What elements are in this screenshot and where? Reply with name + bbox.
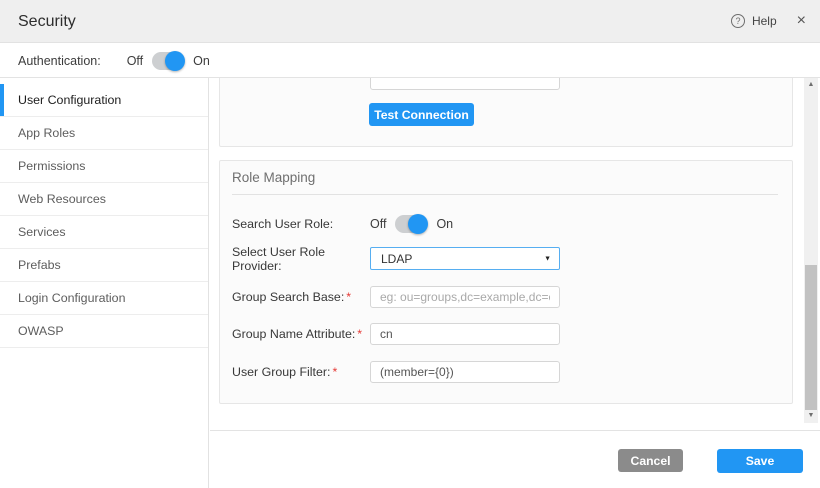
- search-user-role-off-label: Off: [370, 217, 386, 231]
- sidebar-item-app-roles[interactable]: App Roles: [0, 117, 208, 150]
- group-name-attribute-row: Group Name Attribute:*: [232, 322, 560, 345]
- sidebar-item-permissions[interactable]: Permissions: [0, 150, 208, 183]
- group-name-attribute-label: Group Name Attribute:*: [232, 327, 370, 341]
- search-user-role-toggle[interactable]: [395, 215, 427, 233]
- sidebar-item-login-configuration[interactable]: Login Configuration: [0, 282, 208, 315]
- label-text: Group Search Base:: [232, 290, 344, 304]
- main-content: Test Connection Role Mapping Search User…: [210, 78, 820, 488]
- header-actions: ? Help ×: [731, 0, 806, 42]
- test-connection-button[interactable]: Test Connection: [369, 103, 474, 126]
- sidebar-list: User Configuration App Roles Permissions…: [0, 84, 208, 348]
- role-mapping-title: Role Mapping: [232, 170, 315, 185]
- authentication-on-label: On: [193, 54, 210, 68]
- group-search-base-label: Group Search Base:*: [232, 290, 370, 304]
- toggle-knob: [408, 214, 428, 234]
- close-icon[interactable]: ×: [797, 13, 806, 29]
- user-role-provider-select[interactable]: LDAP ▼: [370, 247, 560, 270]
- sidebar-item-user-configuration[interactable]: User Configuration: [0, 84, 208, 117]
- authentication-bar: Authentication: Off On: [0, 44, 820, 78]
- scrollbar-down-arrow-icon[interactable]: ▼: [804, 410, 818, 422]
- provider-label: Select User Role Provider:: [232, 245, 370, 273]
- section-divider: [232, 194, 778, 195]
- required-asterisk: *: [357, 327, 362, 341]
- sidebar-item-label: OWASP: [18, 324, 64, 338]
- group-name-attribute-input[interactable]: [370, 323, 560, 345]
- page-title: Security: [18, 0, 76, 43]
- active-indicator: [0, 84, 4, 116]
- sidebar-item-web-resources[interactable]: Web Resources: [0, 183, 208, 216]
- sidebar-item-services[interactable]: Services: [0, 216, 208, 249]
- sidebar-item-label: App Roles: [18, 126, 75, 140]
- authentication-label: Authentication:: [18, 54, 101, 68]
- label-text: Group Name Attribute:: [232, 327, 355, 341]
- footer-actions: Cancel Save: [210, 430, 820, 488]
- search-user-role-row: Search User Role: Off On: [232, 212, 453, 235]
- sidebar-item-label: Permissions: [18, 159, 85, 173]
- save-button[interactable]: Save: [717, 449, 803, 473]
- header: Security ? Help ×: [0, 0, 820, 43]
- connection-partial-input[interactable]: [370, 78, 560, 90]
- scrollbar-thumb[interactable]: [805, 265, 817, 410]
- group-search-base-input[interactable]: [370, 286, 560, 308]
- sidebar: User Configuration App Roles Permissions…: [0, 78, 209, 488]
- user-group-filter-input[interactable]: [370, 361, 560, 383]
- cancel-button[interactable]: Cancel: [618, 449, 683, 472]
- connection-panel: Test Connection: [219, 78, 793, 147]
- selected-provider-value: LDAP: [381, 252, 412, 266]
- security-window: Security ? Help × Authentication: Off On…: [0, 0, 820, 488]
- sidebar-item-label: Services: [18, 225, 66, 239]
- search-user-role-on-label: On: [436, 217, 453, 231]
- scrollbar[interactable]: ▲ ▼: [804, 78, 818, 423]
- label-text: User Group Filter:: [232, 365, 330, 379]
- scroll-area: Test Connection Role Mapping Search User…: [210, 78, 804, 430]
- search-user-role-label: Search User Role:: [232, 217, 370, 231]
- sidebar-item-owasp[interactable]: OWASP: [0, 315, 208, 348]
- help-icon[interactable]: ?: [731, 14, 745, 28]
- authentication-toggle[interactable]: [152, 52, 184, 70]
- group-search-base-row: Group Search Base:*: [232, 285, 560, 308]
- user-group-filter-label: User Group Filter:*: [232, 365, 370, 379]
- toggle-knob: [165, 51, 185, 71]
- required-asterisk: *: [332, 365, 337, 379]
- required-asterisk: *: [346, 290, 351, 304]
- sidebar-item-label: User Configuration: [18, 93, 121, 107]
- authentication-off-label: Off: [127, 54, 143, 68]
- provider-row: Select User Role Provider: LDAP ▼: [232, 247, 560, 270]
- scrollbar-up-arrow-icon[interactable]: ▲: [804, 79, 818, 91]
- sidebar-item-label: Web Resources: [18, 192, 106, 206]
- sidebar-item-prefabs[interactable]: Prefabs: [0, 249, 208, 282]
- help-link[interactable]: Help: [752, 14, 777, 28]
- role-mapping-panel: Role Mapping Search User Role: Off On Se…: [219, 160, 793, 404]
- sidebar-item-label: Login Configuration: [18, 291, 125, 305]
- dropdown-caret-icon: ▼: [544, 255, 551, 262]
- sidebar-item-label: Prefabs: [18, 258, 61, 272]
- user-group-filter-row: User Group Filter:*: [232, 360, 560, 383]
